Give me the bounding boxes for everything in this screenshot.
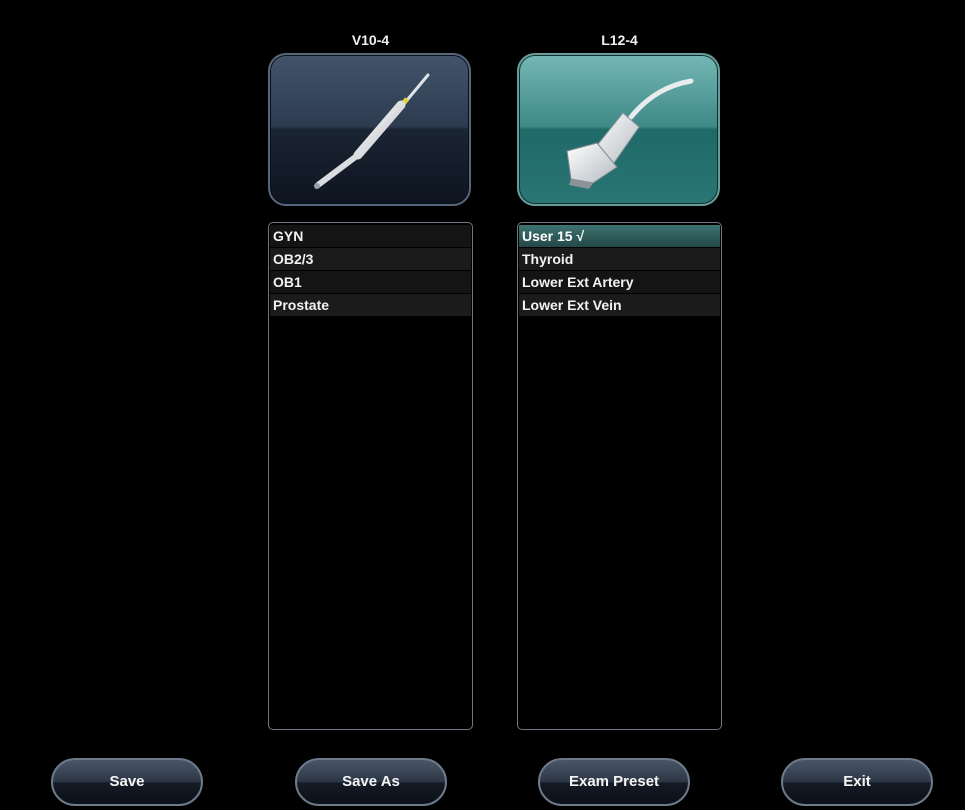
preset-list-l12-4[interactable]: User 15 √ Thyroid Lower Ext Artery Lower… [517,222,722,730]
preset-item-lower-ext-vein[interactable]: Lower Ext Vein [519,294,720,316]
probe-button-v10-4[interactable] [268,53,471,206]
probe-title: L12-4 [601,32,638,48]
preset-item-user-15[interactable]: User 15 √ [519,225,720,247]
preset-item-thyroid[interactable]: Thyroid [519,248,720,270]
exam-preset-button[interactable]: Exam Preset [538,758,690,806]
save-button[interactable]: Save [51,758,203,806]
preset-item-gyn[interactable]: GYN [270,225,471,247]
preset-item-ob2-3[interactable]: OB2/3 [270,248,471,270]
probe-button-l12-4[interactable] [517,53,720,206]
linear-probe-icon [566,78,694,189]
preset-item-ob1[interactable]: OB1 [270,271,471,293]
endocavity-probe-icon [314,73,430,189]
exit-button[interactable]: Exit [781,758,933,806]
save-as-button[interactable]: Save As [295,758,447,806]
preset-list-v10-4[interactable]: GYN OB2/3 OB1 Prostate [268,222,473,730]
probe-title: V10-4 [351,32,390,48]
preset-item-lower-ext-artery[interactable]: Lower Ext Artery [519,271,720,293]
preset-item-prostate[interactable]: Prostate [270,294,471,316]
